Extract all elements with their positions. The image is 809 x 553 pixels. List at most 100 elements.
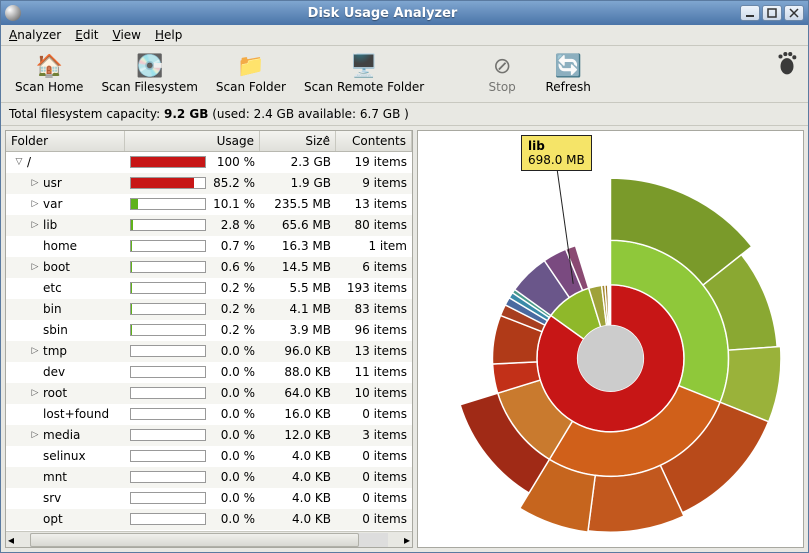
folder-name: selinux [43,449,86,463]
expander-icon[interactable]: ▷ [29,388,41,398]
disk-icon: 💽 [136,52,164,80]
usage-bar [130,429,206,441]
table-row[interactable]: ▽/100 %2.3 GB19 items [6,152,412,173]
table-row[interactable]: srv0.0 %4.0 KB0 items [6,488,412,509]
usage-percent: 0.2 % [210,323,255,337]
folder-name: home [43,239,77,253]
size-value: 4.0 KB [260,491,336,505]
expander-icon[interactable]: ▷ [29,220,41,230]
contents-value: 13 items [336,344,412,358]
usage-percent: 0.0 % [210,512,255,526]
col-usage-header[interactable]: Usage [125,131,260,151]
titlebar: Disk Usage Analyzer [1,1,808,25]
usage-percent: 0.0 % [210,449,255,463]
expander-icon[interactable]: ▷ [29,262,41,272]
size-value: 1.9 GB [260,176,336,190]
table-row[interactable]: ▷tmp0.0 %96.0 KB13 items [6,341,412,362]
table-row[interactable]: ▷usr85.2 %1.9 GB9 items [6,173,412,194]
menu-analyzer[interactable]: Analyzer [9,28,61,42]
usage-bar [130,513,206,525]
sunburst-chart[interactable]: lib 698.0 MB [417,130,804,548]
scan-remote-folder-button[interactable]: 🖥️Scan Remote Folder [298,50,430,96]
folder-name: opt [43,512,63,526]
scan-folder-button[interactable]: 📁Scan Folder [210,50,292,96]
size-value: 235.5 MB [260,197,336,211]
folder-name: lost+found [43,407,109,421]
usage-bar [130,261,206,273]
horizontal-scrollbar[interactable]: ◂▸ [6,531,412,547]
expander-icon[interactable]: ▷ [29,199,41,209]
folder-name: bin [43,302,62,316]
folder-name: / [27,155,31,169]
usage-bar [130,471,206,483]
size-value: 5.5 MB [260,281,336,295]
folder-name: root [43,386,67,400]
contents-value: 13 items [336,197,412,211]
tooltip-size: 698.0 MB [528,153,585,167]
table-row[interactable]: ▷root0.0 %64.0 KB10 items [6,383,412,404]
col-contents-header[interactable]: Contents [336,131,412,151]
app-icon [5,5,21,21]
table-row[interactable]: mnt0.0 %4.0 KB0 items [6,467,412,488]
contents-value: 1 item [336,239,412,253]
table-row[interactable]: etc0.2 %5.5 MB193 items [6,278,412,299]
table-row[interactable]: opt0.0 %4.0 KB0 items [6,509,412,530]
table-row[interactable]: ▷media0.0 %12.0 KB3 items [6,425,412,446]
status-details: (used: 2.4 GB available: 6.7 GB ) [212,107,409,121]
menu-view[interactable]: View [112,28,140,42]
table-row[interactable]: bin0.2 %4.1 MB83 items [6,299,412,320]
stop-icon: ⊘ [488,52,516,80]
size-value: 16.0 KB [260,407,336,421]
table-row[interactable]: ▷boot0.6 %14.5 MB6 items [6,257,412,278]
usage-bar [130,492,206,504]
usage-bar [130,198,206,210]
table-row[interactable]: home0.7 %16.3 MB1 item [6,236,412,257]
expander-icon[interactable]: ▷ [29,346,41,356]
table-row[interactable]: dev0.0 %88.0 KB11 items [6,362,412,383]
folder-name: dev [43,365,65,379]
table-row[interactable]: sbin0.2 %3.9 MB96 items [6,320,412,341]
contents-value: 0 items [336,512,412,526]
scan-filesystem-button[interactable]: 💽Scan Filesystem [95,50,203,96]
usage-percent: 10.1 % [210,197,255,211]
tree-body[interactable]: ▽/100 %2.3 GB19 items▷usr85.2 %1.9 GB9 i… [6,152,412,531]
usage-bar [130,366,206,378]
usage-percent: 100 % [210,155,255,169]
maximize-button[interactable] [762,5,782,21]
table-row[interactable]: ▷lib2.8 %65.6 MB80 items [6,215,412,236]
contents-value: 6 items [336,260,412,274]
usage-percent: 0.6 % [210,260,255,274]
contents-value: 0 items [336,491,412,505]
menu-edit[interactable]: Edit [75,28,98,42]
refresh-button[interactable]: 🔄Refresh [538,50,598,96]
col-size-header[interactable]: Size⌃ [260,131,336,151]
usage-percent: 2.8 % [210,218,255,232]
usage-percent: 0.0 % [210,407,255,421]
col-folder-header[interactable]: Folder [6,131,125,151]
menu-help[interactable]: Help [155,28,182,42]
scan-home-button[interactable]: 🏠Scan Home [9,50,89,96]
usage-percent: 0.2 % [210,302,255,316]
minimize-button[interactable] [740,5,760,21]
tree-header: Folder Usage Size⌃ Contents [6,131,412,152]
sort-indicator-icon: ⌃ [323,135,331,146]
contents-value: 3 items [336,428,412,442]
usage-percent: 0.0 % [210,365,255,379]
table-row[interactable]: ▷var10.1 %235.5 MB13 items [6,194,412,215]
folder-name: sbin [43,323,68,337]
table-row[interactable]: lost+found0.0 %16.0 KB0 items [6,404,412,425]
usage-bar [130,219,206,231]
folder-icon: 📁 [237,52,265,80]
folder-name: mnt [43,470,67,484]
scan-fs-label: Scan Filesystem [101,80,197,94]
table-row[interactable]: selinux0.0 %4.0 KB0 items [6,446,412,467]
expander-icon[interactable]: ▷ [29,430,41,440]
close-button[interactable] [784,5,804,21]
size-value: 4.0 KB [260,449,336,463]
expander-icon[interactable]: ▷ [29,178,41,188]
folder-name: srv [43,491,61,505]
usage-percent: 0.2 % [210,281,255,295]
usage-percent: 0.7 % [210,239,255,253]
contents-value: 10 items [336,386,412,400]
expander-icon[interactable]: ▽ [13,157,25,167]
